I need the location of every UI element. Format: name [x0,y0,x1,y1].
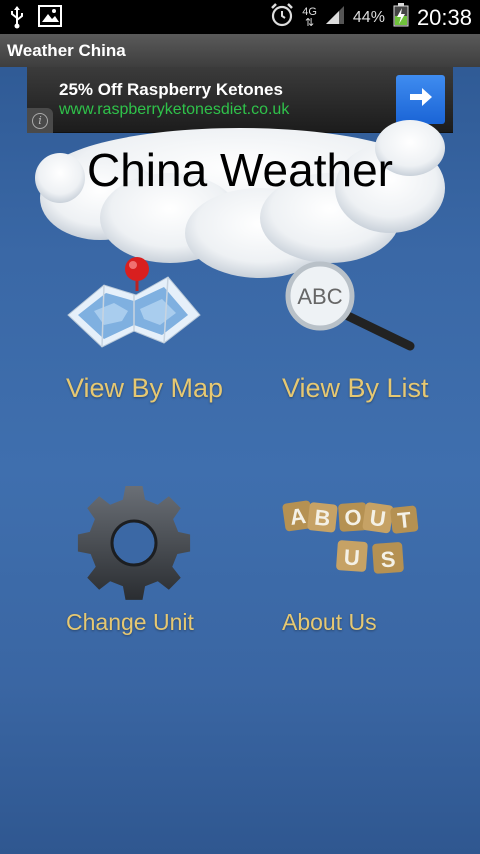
about-tile-letter: O [344,504,363,530]
usb-icon [8,5,26,34]
gear-icon [70,475,200,606]
about-us-blocks-icon: A B O U T U S [280,500,420,590]
about-us-label[interactable]: About Us [282,609,377,636]
app-title: Weather China [7,41,126,60]
clock: 20:38 [416,4,472,30]
arrow-right-icon [408,86,434,113]
battery-level: 44% [352,8,385,26]
page-title: China Weather [87,144,393,196]
network-type: 4G [302,5,317,18]
view-by-map-label[interactable]: View By Map [66,373,223,404]
view-by-list-label[interactable]: View By List [282,373,429,404]
signal-icon [325,5,345,30]
ad-url[interactable]: www.raspberryketonesdiet.co.uk [59,101,289,119]
status-bar: 4G ⇅ 44% 20:38 [0,0,480,34]
battery-charging-icon [393,3,409,32]
change-unit-button[interactable]: Change Unit [58,475,258,640]
view-by-map-button[interactable]: View By Map [58,255,258,415]
map-search-text: ABC [297,284,342,309]
about-tile-letter: B [313,505,331,532]
image-icon [38,5,62,34]
about-tile-letter: U [343,544,361,570]
about-us-button[interactable]: A B O U T U S About Us [275,475,465,640]
magnifier-icon: ABC [280,260,420,360]
change-unit-label[interactable]: Change Unit [66,609,194,636]
map-pin-icon [64,255,204,355]
about-tile-letter: S [380,546,396,572]
network-indicator: 4G ⇅ [302,5,317,29]
view-by-list-button[interactable]: ABC View By List [275,255,465,415]
ad-arrow-button[interactable] [396,75,445,124]
alarm-icon [270,2,294,33]
app-title-bar: Weather China [0,34,480,67]
ad-headline[interactable]: 25% Off Raspberry Ketones [59,80,283,100]
